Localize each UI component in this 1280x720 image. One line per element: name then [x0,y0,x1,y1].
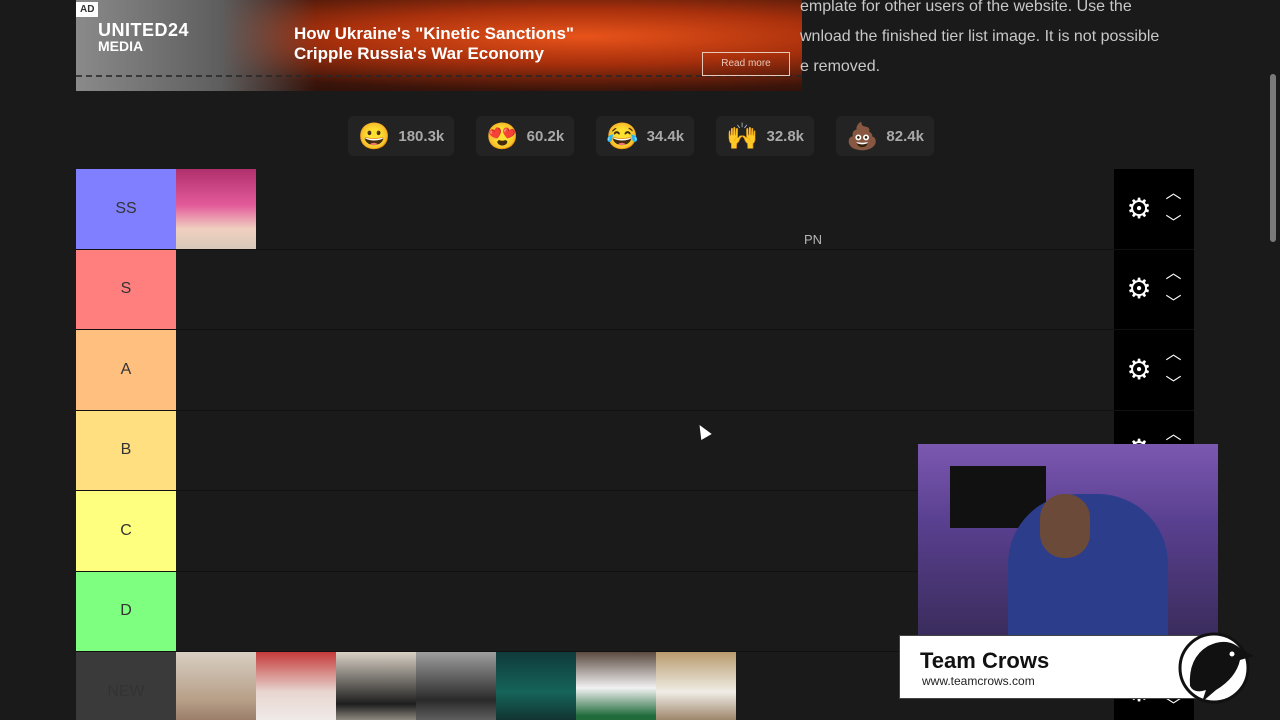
chevron-down-icon[interactable]: ﹀ [1166,376,1182,393]
laugh-emoji-icon: 😂 [606,121,639,151]
scrollbar[interactable] [1270,74,1276,242]
reaction-count: 34.4k [646,127,685,145]
tier-label[interactable]: C [76,491,176,571]
ad-banner[interactable]: AD UNITED24 MEDIA How Ukraine's "Kinetic… [76,0,802,91]
move-arrows: ︿ ﹀ [1166,266,1182,312]
team-name: Team Crows [920,648,1050,673]
reaction-heart-eyes[interactable]: 😍 60.2k [476,116,575,156]
tier-item-image[interactable] [256,652,336,720]
intro-line: wnload the finished tier list image. It … [800,28,1160,45]
tier-label[interactable]: NEW [76,652,176,720]
tier-item-image[interactable] [336,652,416,720]
tier-row-ss: SS PN ⚙ ︿ ﹀ [76,169,1194,250]
move-arrows: ︿ ﹀ [1166,185,1182,232]
poop-emoji-icon: 💩 [846,121,879,151]
intro-line: emplate for other users of the website. … [800,0,1132,15]
team-url: www.teamcrows.com [922,674,1035,688]
ad-brand-line2: MEDIA [98,38,144,54]
tier-label[interactable]: D [76,571,176,651]
reaction-count: 82.4k [886,127,924,145]
webcam-streamer-head [1040,494,1090,558]
tier-item-image[interactable] [176,652,256,720]
tier-label[interactable]: S [76,249,176,329]
chevron-up-icon[interactable]: ︿ [1166,427,1182,443]
reaction-raised-hands[interactable]: 🙌 32.8k [716,116,815,156]
tier-row-s: S ⚙ ︿ ﹀ [76,249,1194,330]
tier-label[interactable]: A [76,330,176,410]
reaction-count: 32.8k [766,127,805,145]
chevron-up-icon[interactable]: ︿ [1166,266,1182,282]
tier-controls: ⚙ ︿ ﹀ [1114,330,1194,410]
reaction-bar: 😀 180.3k 😍 60.2k 😂 34.4k 🙌 32.8k 💩 82.4k [348,116,934,156]
gear-icon[interactable]: ⚙ [1126,194,1151,223]
ad-tag: AD [76,2,99,17]
tier-item-image[interactable] [656,652,736,720]
tier-controls: ⚙ ︿ ﹀ [1114,249,1194,329]
gear-icon[interactable]: ⚙ [1126,275,1151,303]
tier-label[interactable]: SS [76,169,176,249]
ad-barbed-wire [76,75,802,85]
chevron-down-icon[interactable]: ﹀ [1166,296,1182,312]
tier-item-image[interactable] [576,652,656,720]
reaction-smile[interactable]: 😀 180.3k [348,116,455,156]
raised-hands-emoji-icon: 🙌 [726,121,759,151]
page: AD UNITED24 MEDIA How Ukraine's "Kinetic… [0,0,1280,720]
reaction-count: 180.3k [398,127,445,145]
reaction-count: 60.2k [526,127,565,145]
ad-read-more-button[interactable]: Read more [702,52,790,76]
crow-logo-icon [1178,632,1254,704]
reaction-laugh[interactable]: 😂 34.4k [596,116,695,156]
tier-item-image[interactable] [416,652,496,720]
tier-items[interactable] [176,330,1114,410]
tier-items[interactable] [176,249,1114,329]
intro-text: emplate for other users of the website. … [800,0,1220,82]
team-card: Team Crows www.teamcrows.com [899,635,1209,699]
move-arrows: ︿ ﹀ [1166,346,1182,393]
ad-headline: How Ukraine's "Kinetic Sanctions" Crippl… [294,24,574,63]
smile-emoji-icon: 😀 [358,121,391,151]
tier-controls: ⚙ ︿ ﹀ [1114,169,1194,249]
tier-row-a: A ⚙ ︿ ﹀ [76,330,1194,411]
tier-items[interactable]: PN [176,169,1114,249]
tier-item-image[interactable] [496,652,576,720]
chevron-up-icon[interactable]: ︿ [1166,346,1182,363]
heart-eyes-emoji-icon: 😍 [486,121,519,151]
tier-item-image[interactable] [176,169,256,249]
tier-label[interactable]: B [76,410,176,490]
intro-line: e removed. [800,58,881,75]
floating-label: PN [804,232,823,247]
reaction-poop[interactable]: 💩 82.4k [836,116,934,156]
chevron-up-icon[interactable]: ︿ [1166,185,1182,202]
webcam-overlay [918,444,1218,636]
gear-icon[interactable]: ⚙ [1126,355,1151,384]
chevron-down-icon[interactable]: ﹀ [1166,215,1182,232]
